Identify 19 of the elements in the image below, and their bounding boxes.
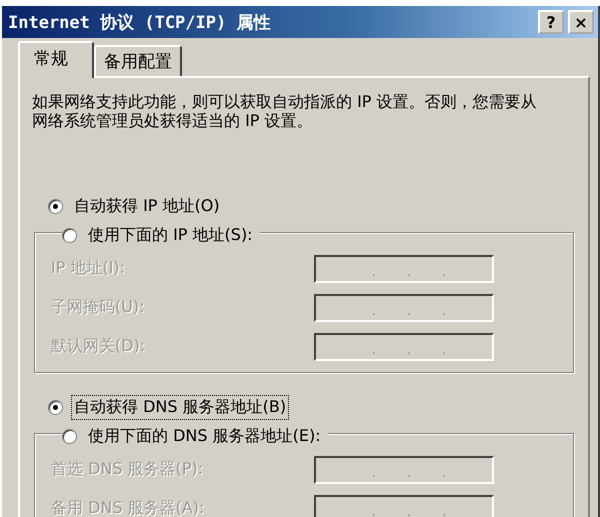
field-label: IP 地址(I):: [51, 258, 126, 279]
field-label: 备用 DNS 服务器(A):: [51, 498, 206, 517]
radio-button[interactable]: [48, 199, 63, 214]
option-label[interactable]: 使用下面的 DNS 服务器地址(E):: [85, 424, 324, 449]
close-button[interactable]: ×: [568, 10, 594, 34]
field-label: 默认网关(D):: [51, 336, 146, 357]
radio-button[interactable]: [48, 400, 63, 415]
field-label: 首选 DNS 服务器(P):: [51, 459, 204, 480]
option-label[interactable]: 使用下面的 IP 地址(S):: [85, 223, 256, 248]
radio-button[interactable]: [62, 228, 77, 243]
help-button[interactable]: ?: [538, 10, 564, 34]
description: 如果网络支持此功能，则可以获取自动指派的 IP 设置。否则，您需要从网络系统管理员处获得适当的 IP 设置。: [32, 92, 538, 130]
field-label: 子网掩码(U):: [51, 297, 146, 318]
tab[interactable]: 常规: [18, 41, 94, 78]
option-label[interactable]: 自动获得 DNS 服务器地址(B): [71, 395, 290, 420]
window-title: Internet 协议 (TCP/IP) 属性: [8, 12, 270, 34]
option-label[interactable]: 自动获得 IP 地址(O): [71, 194, 223, 219]
radio-button[interactable]: [62, 429, 77, 444]
tab[interactable]: 备用配置: [94, 45, 182, 76]
